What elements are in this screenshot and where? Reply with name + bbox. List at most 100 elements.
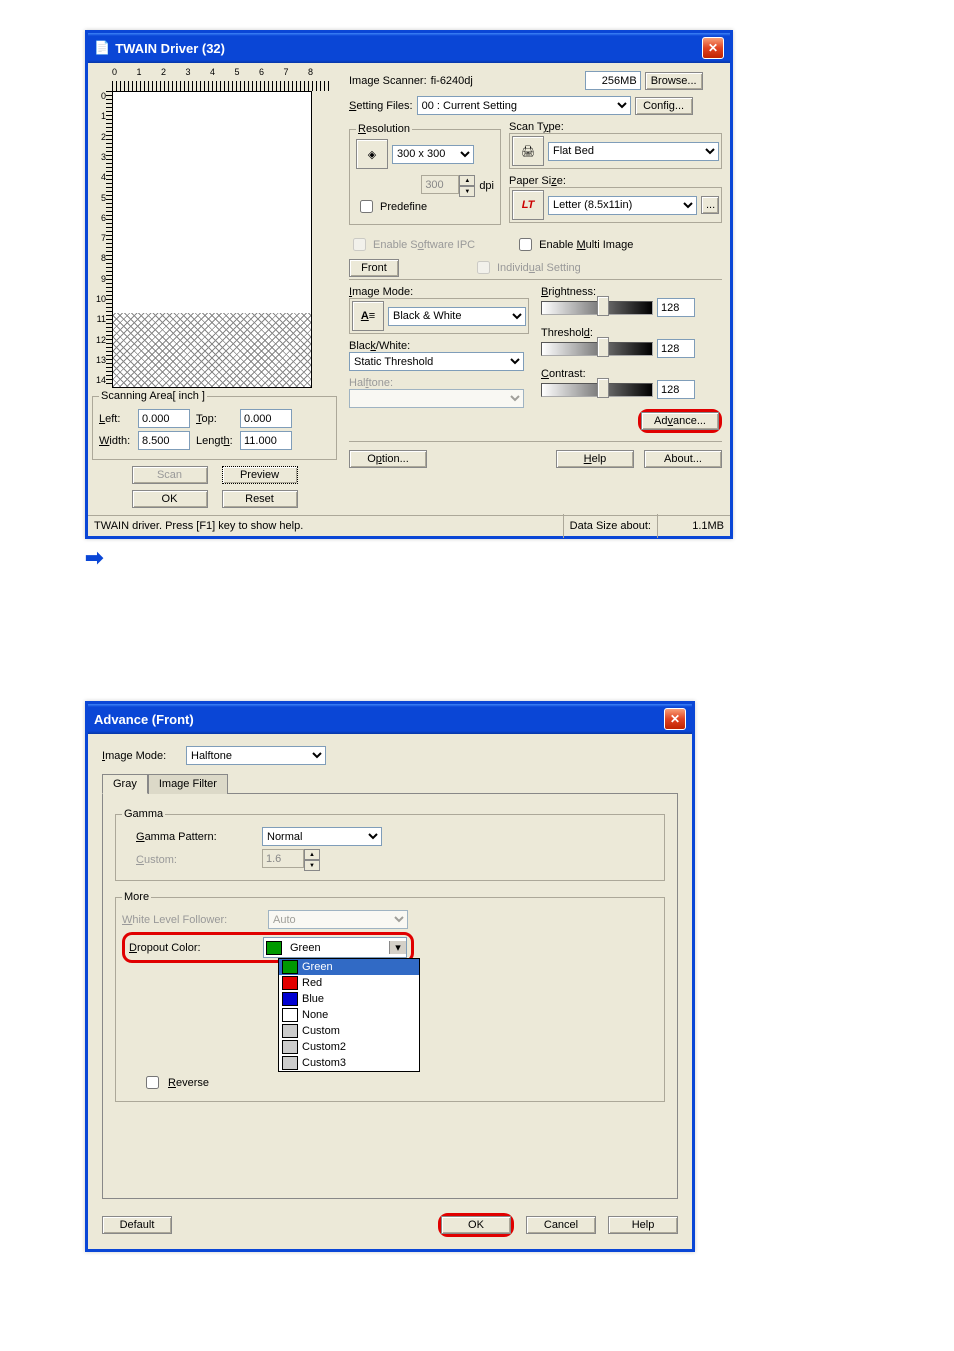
custom-label: Custom: — [136, 854, 256, 866]
advance-button[interactable]: Advance... — [641, 412, 719, 430]
gamma-group: Gamma Gamma Pattern: Normal Custom: ▲▼ — [115, 808, 665, 881]
brightness-value[interactable] — [657, 298, 695, 317]
left-label: Left: — [99, 413, 132, 425]
individual-label: Individual Setting — [497, 262, 581, 274]
help-button[interactable]: Help — [556, 450, 634, 468]
enable-multi-checkbox[interactable] — [519, 238, 532, 251]
gamma-pattern-combo[interactable]: Normal — [262, 827, 382, 846]
advance-close-button[interactable]: ✕ — [664, 708, 686, 730]
ruler-horizontal: 012345678 — [112, 67, 332, 91]
tab-image-filter[interactable]: Image Filter — [148, 774, 228, 794]
dpi-spinner[interactable]: ▲▼ — [459, 175, 475, 197]
dropout-option[interactable]: Green — [279, 959, 419, 975]
dropout-swatch — [266, 941, 282, 955]
wlf-label: White Level Follower: — [122, 914, 262, 926]
dropout-option[interactable]: Red — [279, 975, 419, 991]
config-button[interactable]: Config... — [635, 97, 693, 115]
dpi-input[interactable] — [421, 175, 459, 194]
contrast-value[interactable] — [657, 380, 695, 399]
advance-titlebar[interactable]: Advance (Front) ✕ — [88, 704, 692, 734]
option-button[interactable]: Option... — [349, 450, 427, 468]
threshold-value[interactable] — [657, 339, 695, 358]
dropout-dropdown-list[interactable]: GreenRedBlueNoneCustomCustom2Custom3 — [278, 958, 420, 1072]
threshold-slider[interactable] — [541, 342, 653, 356]
advance-highlight: Advance... — [638, 409, 722, 433]
width-label: Width: — [99, 435, 132, 447]
brightness-slider[interactable] — [541, 301, 653, 315]
dropout-option[interactable]: Custom3 — [279, 1055, 419, 1071]
dpi-label: dpi — [479, 180, 494, 192]
dropout-option[interactable]: Custom2 — [279, 1039, 419, 1055]
memory-value — [585, 71, 641, 90]
scantype-icon: 🖨 — [512, 136, 544, 166]
arrow-icon: ➡ — [85, 545, 954, 571]
titlebar[interactable]: 📄 TWAIN Driver (32) ✕ — [88, 33, 730, 63]
scan-button[interactable]: Scan — [132, 466, 208, 484]
reverse-checkbox[interactable] — [146, 1076, 159, 1089]
predefine-label: Predefine — [380, 201, 427, 213]
length-input[interactable] — [240, 431, 292, 450]
enable-ipc-checkbox — [353, 238, 366, 251]
resolution-group: Resolution ◈ 300 x 300 ▲▼ dpi — [349, 123, 501, 225]
top-input[interactable] — [240, 409, 292, 428]
brightness-label: Brightness: — [541, 286, 722, 298]
scantype-label: Scan Type: — [509, 121, 722, 133]
image-mode-label: Image Mode: — [349, 286, 529, 298]
dropout-value: Green — [286, 942, 385, 954]
adv-cancel-button[interactable]: Cancel — [526, 1216, 596, 1234]
scanner-label: Image Scanner: — [349, 75, 427, 87]
preview-area[interactable] — [112, 91, 312, 388]
top-label: Top: — [196, 413, 234, 425]
scanning-area-group: Scanning Area[ inch ] Left: Top: Width: … — [92, 390, 337, 460]
advance-title: Advance (Front) — [94, 712, 194, 727]
setting-files-combo[interactable]: 00 : Current Setting — [417, 96, 631, 115]
predefine-checkbox[interactable] — [360, 200, 373, 213]
contrast-label: Contrast: — [541, 368, 722, 380]
more-legend: More — [122, 891, 151, 903]
tab-panel: Gamma Gamma Pattern: Normal Custom: ▲▼ M — [102, 793, 678, 1199]
width-input[interactable] — [138, 431, 190, 450]
tab-gray[interactable]: Gray — [102, 774, 148, 794]
dropout-option[interactable]: None — [279, 1007, 419, 1023]
adv-help-button[interactable]: Help — [608, 1216, 678, 1234]
bw-combo[interactable]: Static Threshold — [349, 352, 524, 371]
scantype-combo[interactable]: Flat Bed — [548, 142, 719, 161]
halftone-combo — [349, 389, 524, 408]
twain-driver-window: 📄 TWAIN Driver (32) ✕ 012345678 01234567… — [85, 30, 733, 539]
custom-input — [262, 849, 304, 868]
enable-ipc-label: Enable Software IPC — [373, 239, 475, 251]
browse-button[interactable]: Browse... — [645, 72, 703, 90]
preview-button[interactable]: Preview — [222, 466, 298, 484]
individual-checkbox — [477, 261, 490, 274]
custom-spinner: ▲▼ — [304, 849, 320, 871]
status-datasize-value: 1.1MB — [658, 514, 730, 538]
ok-button[interactable]: OK — [132, 490, 208, 508]
close-button[interactable]: ✕ — [702, 37, 724, 59]
bw-label: Black/White: — [349, 340, 529, 352]
window-title: TWAIN Driver (32) — [115, 41, 225, 56]
dropout-arrow-icon[interactable]: ▾ — [389, 941, 406, 954]
dropout-option[interactable]: Blue — [279, 991, 419, 1007]
front-tab-button[interactable]: Front — [349, 259, 399, 277]
length-label: Length: — [196, 435, 234, 447]
resolution-combo[interactable]: 300 x 300 — [392, 145, 474, 164]
contrast-slider[interactable] — [541, 383, 653, 397]
gamma-legend: Gamma — [122, 808, 165, 820]
ruler-vertical: 01234567891011121314 — [92, 91, 112, 386]
status-help: TWAIN driver. Press [F1] key to show hel… — [88, 514, 564, 538]
about-button[interactable]: About... — [644, 450, 722, 468]
reset-button[interactable]: Reset — [222, 490, 298, 508]
adv-image-mode-combo[interactable]: Halftone — [186, 746, 326, 765]
dropout-option[interactable]: Custom — [279, 1023, 419, 1039]
scanning-area-legend: Scanning Area[ inch ] — [99, 390, 207, 402]
resolution-icon: ◈ — [356, 139, 388, 169]
adv-ok-button[interactable]: OK — [441, 1216, 511, 1234]
resolution-legend: Resolution — [356, 123, 412, 135]
left-input[interactable] — [138, 409, 190, 428]
more-group: More White Level Follower: Auto Dropout … — [115, 891, 665, 1102]
papersize-combo[interactable]: Letter (8.5x11in) — [548, 196, 697, 215]
default-button[interactable]: Default — [102, 1216, 172, 1234]
papersize-more-button[interactable]: ... — [701, 196, 719, 214]
app-icon: 📄 — [94, 40, 110, 56]
image-mode-combo[interactable]: Black & White — [388, 307, 526, 326]
